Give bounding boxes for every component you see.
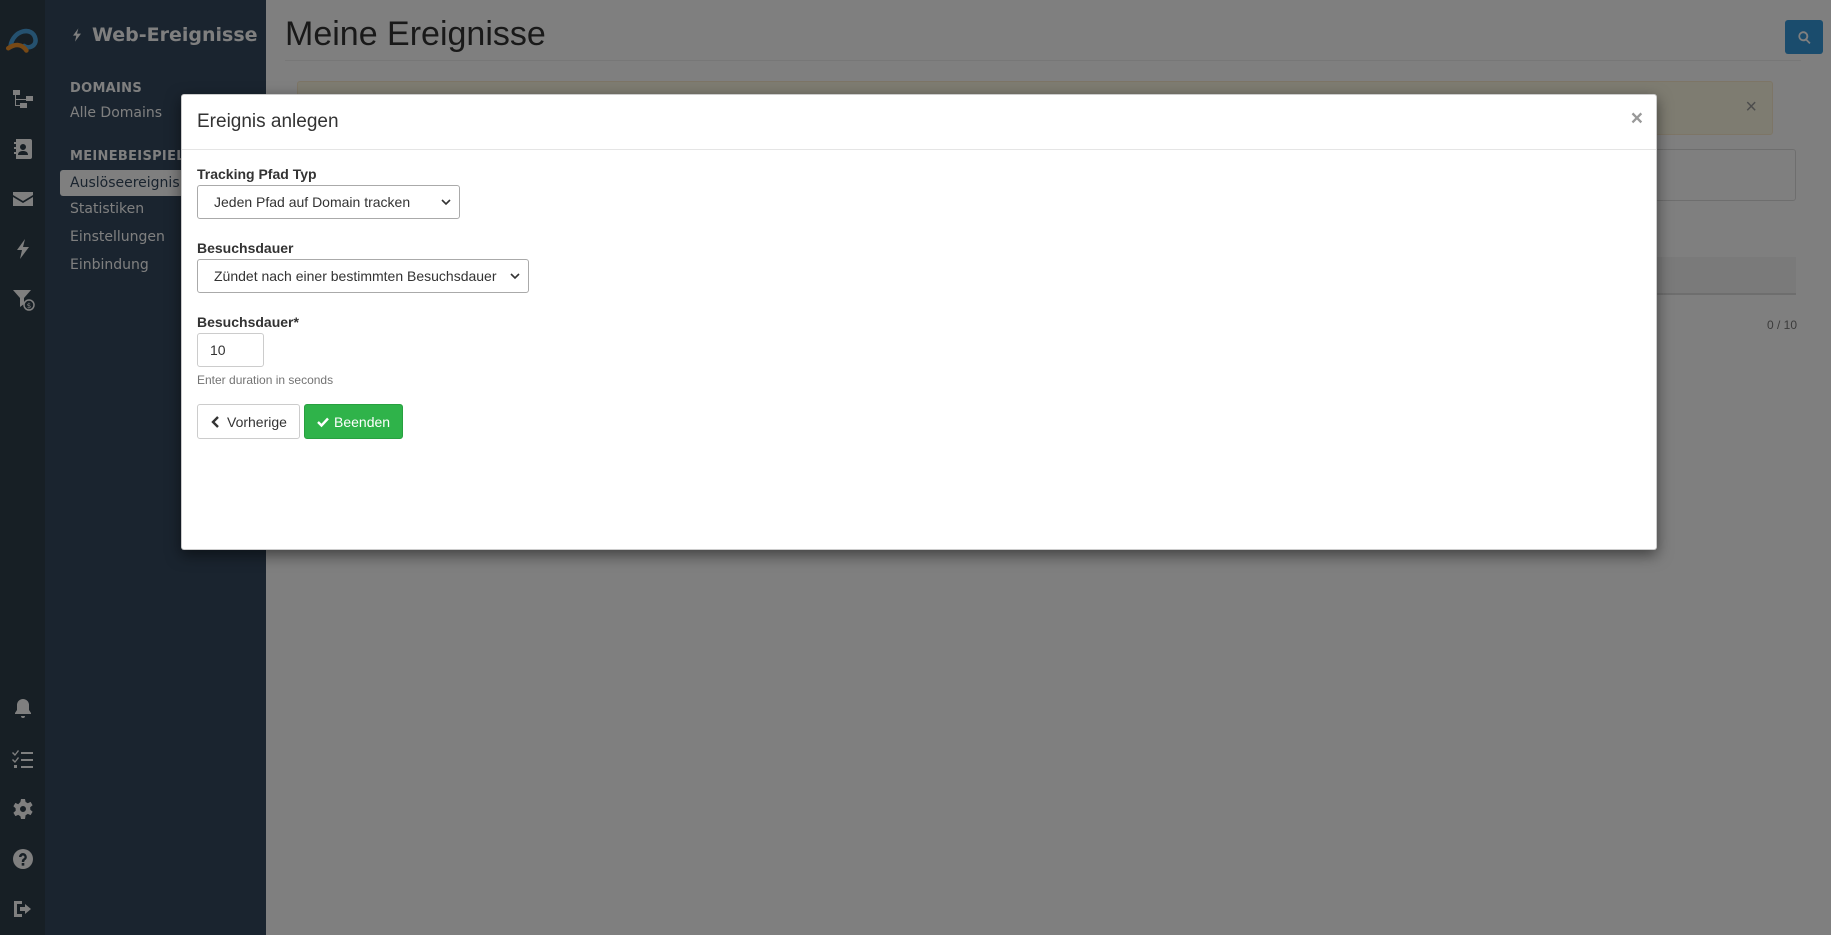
visit-duration-type-select[interactable]: Zündet nach einer bestimmten Besuchsdaue…	[197, 259, 529, 293]
visit-duration-input[interactable]: 10	[197, 333, 264, 367]
chevron-down-icon	[441, 199, 451, 206]
visit-duration-type-value: Zündet nach einer bestimmten Besuchsdaue…	[214, 268, 497, 284]
tracking-path-type-value: Jeden Pfad auf Domain tracken	[214, 194, 411, 210]
tracking-path-type-select[interactable]: Jeden Pfad auf Domain tracken	[197, 185, 460, 219]
chevron-left-icon	[211, 415, 219, 428]
modal-close-button[interactable]: ×	[1631, 107, 1643, 131]
finish-button-label: Beenden	[334, 413, 391, 430]
create-event-modal: Ereignis anlegen × Tracking Pfad Typ Jed…	[181, 94, 1657, 550]
visit-duration-help: Enter duration in seconds	[197, 373, 334, 387]
finish-button[interactable]: Beenden	[304, 404, 404, 439]
visit-duration-label: Besuchsdauer*	[197, 314, 299, 330]
previous-button-label: Vorherige	[227, 413, 287, 430]
chevron-down-icon	[510, 273, 520, 280]
tracking-path-type-label: Tracking Pfad Typ	[197, 166, 317, 182]
modal-title: Ereignis anlegen	[197, 111, 339, 132]
visit-duration-type-label: Besuchsdauer	[197, 240, 294, 256]
previous-button[interactable]: Vorherige	[197, 404, 300, 439]
modal-header: Ereignis anlegen ×	[182, 95, 1656, 150]
check-icon	[317, 417, 329, 427]
